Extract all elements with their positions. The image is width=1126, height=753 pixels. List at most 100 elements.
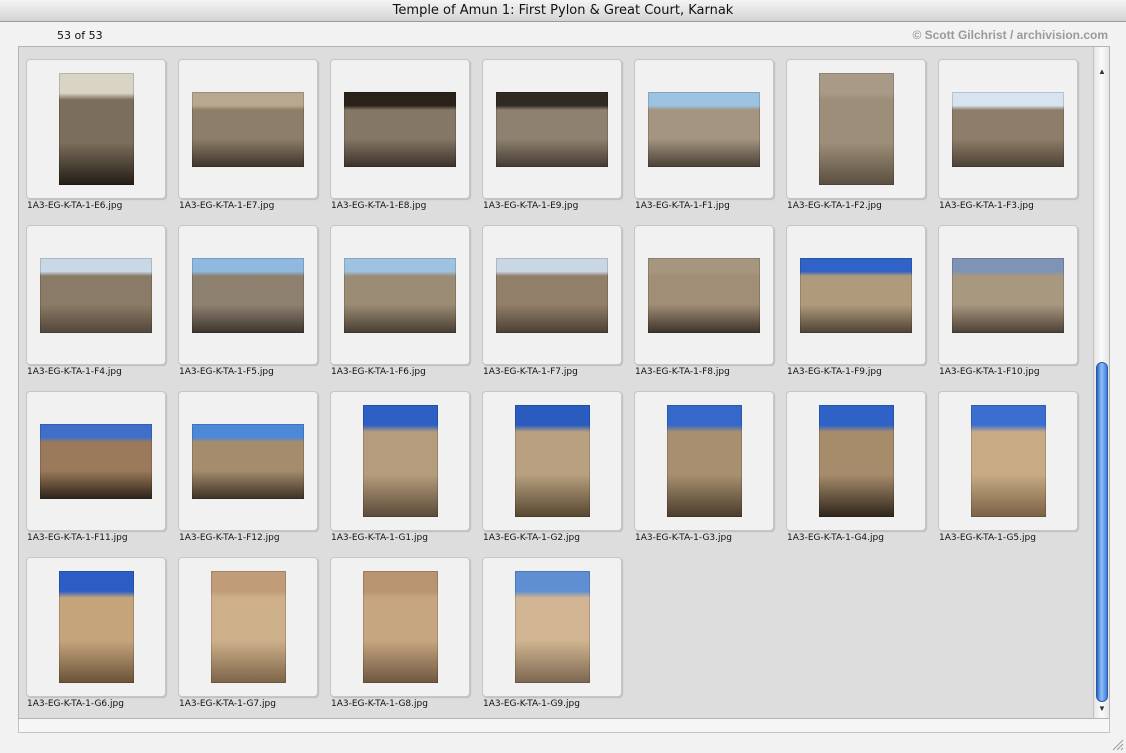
slide-mount[interactable]: [26, 225, 166, 365]
slide-mount[interactable]: [482, 59, 622, 199]
thumbnail-item[interactable]: 1A3-EG-K-TA-1-F6.jpg: [323, 213, 475, 379]
thumbnail-item[interactable]: 1A3-EG-K-TA-1-F5.jpg: [171, 213, 323, 379]
thumbnail-filename: 1A3-EG-K-TA-1-E9.jpg: [483, 201, 579, 211]
thumbnail-grid: 1A3-EG-K-TA-1-E6.jpg 1A3-EG-K-TA-1-E7.jpg…: [19, 47, 1093, 718]
slide-mount[interactable]: [26, 59, 166, 199]
thumbnail-item[interactable]: 1A3-EG-K-TA-1-G6.jpg: [19, 545, 171, 711]
slide-mount[interactable]: [178, 557, 318, 697]
thumbnail-image[interactable]: [40, 258, 152, 333]
thumbnail-filename: 1A3-EG-K-TA-1-F8.jpg: [635, 367, 730, 377]
slide-mount[interactable]: [26, 557, 166, 697]
thumbnail-image[interactable]: [344, 258, 456, 333]
slide-mount[interactable]: [482, 557, 622, 697]
thumbnail-filename: 1A3-EG-K-TA-1-G1.jpg: [331, 533, 428, 543]
thumbnail-item[interactable]: 1A3-EG-K-TA-1-E9.jpg: [475, 47, 627, 213]
thumbnail-item[interactable]: 1A3-EG-K-TA-1-G5.jpg: [931, 379, 1083, 545]
slide-mount[interactable]: [634, 391, 774, 531]
thumbnail-filename: 1A3-EG-K-TA-1-F11.jpg: [27, 533, 128, 543]
thumbnail-filename: 1A3-EG-K-TA-1-F1.jpg: [635, 201, 730, 211]
thumbnail-image[interactable]: [952, 258, 1064, 333]
thumbnail-item[interactable]: 1A3-EG-K-TA-1-E7.jpg: [171, 47, 323, 213]
thumbnail-item[interactable]: 1A3-EG-K-TA-1-F4.jpg: [19, 213, 171, 379]
slide-mount[interactable]: [634, 59, 774, 199]
status-bar: [18, 719, 1110, 733]
thumbnail-item[interactable]: 1A3-EG-K-TA-1-F2.jpg: [779, 47, 931, 213]
thumbnail-image[interactable]: [648, 92, 760, 167]
thumbnail-item[interactable]: 1A3-EG-K-TA-1-F12.jpg: [171, 379, 323, 545]
thumbnail-image[interactable]: [40, 424, 152, 499]
thumbnail-image[interactable]: [800, 258, 912, 333]
slide-mount[interactable]: [330, 225, 470, 365]
thumbnail-item[interactable]: 1A3-EG-K-TA-1-G2.jpg: [475, 379, 627, 545]
window-titlebar[interactable]: Temple of Amun 1: First Pylon & Great Co…: [0, 0, 1126, 22]
thumbnail-item[interactable]: 1A3-EG-K-TA-1-G4.jpg: [779, 379, 931, 545]
copyright-notice: © Scott Gilchrist / archivision.com: [912, 28, 1108, 42]
thumbnail-image[interactable]: [515, 571, 590, 683]
thumbnail-image[interactable]: [192, 258, 304, 333]
slide-mount[interactable]: [938, 59, 1078, 199]
scroll-down-arrow-icon[interactable]: ▼: [1094, 702, 1110, 716]
thumbnail-filename: 1A3-EG-K-TA-1-F12.jpg: [179, 533, 280, 543]
thumbnail-item[interactable]: 1A3-EG-K-TA-1-G8.jpg: [323, 545, 475, 711]
thumbnail-item[interactable]: 1A3-EG-K-TA-1-F8.jpg: [627, 213, 779, 379]
thumbnail-filename: 1A3-EG-K-TA-1-F5.jpg: [179, 367, 274, 377]
thumbnail-browser: 1A3-EG-K-TA-1-E6.jpg 1A3-EG-K-TA-1-E7.jpg…: [18, 46, 1110, 719]
thumbnail-image[interactable]: [192, 92, 304, 167]
slide-mount[interactable]: [330, 391, 470, 531]
slide-mount[interactable]: [26, 391, 166, 531]
thumbnail-item[interactable]: 1A3-EG-K-TA-1-F9.jpg: [779, 213, 931, 379]
resize-grip-icon[interactable]: [1110, 737, 1124, 751]
thumbnail-image[interactable]: [344, 92, 456, 167]
thumbnail-image[interactable]: [496, 258, 608, 333]
thumbnail-filename: 1A3-EG-K-TA-1-G6.jpg: [27, 699, 124, 709]
thumbnail-item[interactable]: 1A3-EG-K-TA-1-G3.jpg: [627, 379, 779, 545]
thumbnail-item[interactable]: 1A3-EG-K-TA-1-G7.jpg: [171, 545, 323, 711]
thumbnail-image[interactable]: [648, 258, 760, 333]
thumbnail-image[interactable]: [971, 405, 1046, 517]
thumbnail-item[interactable]: 1A3-EG-K-TA-1-F7.jpg: [475, 213, 627, 379]
thumbnail-image[interactable]: [952, 92, 1064, 167]
slide-mount[interactable]: [178, 391, 318, 531]
scroll-up-arrow-icon[interactable]: ▲: [1094, 65, 1110, 79]
slide-mount[interactable]: [482, 225, 622, 365]
thumbnail-item[interactable]: 1A3-EG-K-TA-1-G1.jpg: [323, 379, 475, 545]
image-counter: 53 of 53: [57, 29, 103, 42]
slide-mount[interactable]: [482, 391, 622, 531]
thumbnail-item[interactable]: 1A3-EG-K-TA-1-F1.jpg: [627, 47, 779, 213]
thumbnail-image[interactable]: [819, 405, 894, 517]
slide-mount[interactable]: [938, 225, 1078, 365]
thumbnail-item[interactable]: 1A3-EG-K-TA-1-G9.jpg: [475, 545, 627, 711]
vertical-scrollbar[interactable]: ▲ ▼: [1093, 47, 1109, 718]
slide-mount[interactable]: [330, 557, 470, 697]
thumbnail-filename: 1A3-EG-K-TA-1-G7.jpg: [179, 699, 276, 709]
slide-mount[interactable]: [786, 59, 926, 199]
slide-mount[interactable]: [786, 225, 926, 365]
thumbnail-image[interactable]: [59, 571, 134, 683]
thumbnail-image[interactable]: [59, 73, 134, 185]
thumbnail-filename: 1A3-EG-K-TA-1-F10.jpg: [939, 367, 1040, 377]
thumbnail-filename: 1A3-EG-K-TA-1-E8.jpg: [331, 201, 427, 211]
slide-mount[interactable]: [178, 225, 318, 365]
thumbnail-filename: 1A3-EG-K-TA-1-F4.jpg: [27, 367, 122, 377]
thumbnail-image[interactable]: [819, 73, 894, 185]
thumbnail-item[interactable]: 1A3-EG-K-TA-1-F10.jpg: [931, 213, 1083, 379]
thumbnail-image[interactable]: [192, 424, 304, 499]
thumbnail-image[interactable]: [211, 571, 286, 683]
slide-mount[interactable]: [178, 59, 318, 199]
thumbnail-item[interactable]: 1A3-EG-K-TA-1-E8.jpg: [323, 47, 475, 213]
thumbnail-image[interactable]: [363, 571, 438, 683]
thumbnail-image[interactable]: [363, 405, 438, 517]
thumbnail-item[interactable]: 1A3-EG-K-TA-1-F11.jpg: [19, 379, 171, 545]
thumbnail-item[interactable]: 1A3-EG-K-TA-1-E6.jpg: [19, 47, 171, 213]
thumbnail-image[interactable]: [667, 405, 742, 517]
slide-mount[interactable]: [786, 391, 926, 531]
thumbnail-item[interactable]: 1A3-EG-K-TA-1-F3.jpg: [931, 47, 1083, 213]
slide-mount[interactable]: [634, 225, 774, 365]
thumbnail-filename: 1A3-EG-K-TA-1-G8.jpg: [331, 699, 428, 709]
slide-mount[interactable]: [938, 391, 1078, 531]
slide-mount[interactable]: [330, 59, 470, 199]
thumbnail-filename: 1A3-EG-K-TA-1-E6.jpg: [27, 201, 123, 211]
thumbnail-image[interactable]: [496, 92, 608, 167]
scrollbar-thumb[interactable]: [1096, 362, 1108, 702]
thumbnail-image[interactable]: [515, 405, 590, 517]
